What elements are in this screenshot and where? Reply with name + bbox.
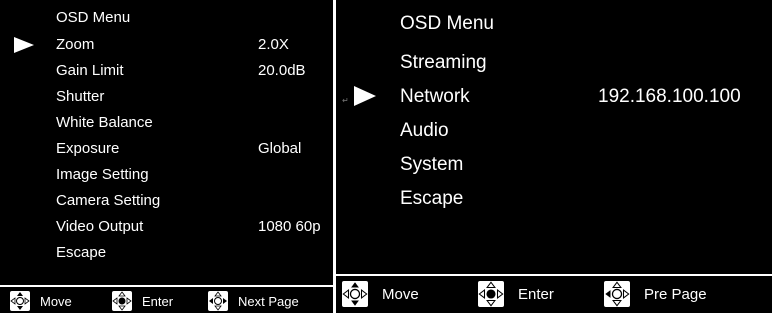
dpad-center-icon: [112, 291, 132, 311]
footer-hints: Move Enter Pre Page: [336, 279, 772, 313]
menu-item-streaming[interactable]: Streaming: [336, 48, 772, 82]
footer-hint-move: Move: [10, 291, 72, 311]
menu-item-label: System: [400, 154, 464, 175]
left-osd-panel: OSD Menu Zoom 2.0X Gain Limit 20.0dB Shu…: [0, 0, 333, 313]
menu-item-label: Image Setting: [56, 166, 149, 183]
footer-hint-move: Move: [342, 281, 419, 307]
footer-hint-enter: Enter: [478, 281, 554, 307]
footer-hint-enter: Enter: [112, 291, 173, 311]
footer-hint-label: Move: [382, 285, 419, 303]
footer-hints: Move Enter Next Page: [0, 287, 333, 313]
menu-item-value: 20.0dB: [258, 62, 306, 79]
menu-item-label: Escape: [56, 244, 107, 261]
menu-item-image-setting[interactable]: Image Setting: [0, 163, 333, 189]
osd-menu-title: OSD Menu: [56, 9, 131, 26]
footer-hint-label: Move: [40, 293, 72, 309]
menu-item-video-output[interactable]: Video Output 1080 60p: [0, 215, 333, 241]
menu-item-label: Shutter: [56, 88, 105, 105]
menu-item-audio[interactable]: Audio: [336, 116, 772, 150]
menu-item-label: Video Output: [56, 218, 144, 235]
menu-item-white-balance[interactable]: White Balance: [0, 111, 333, 137]
menu-item-label: Exposure: [56, 140, 120, 157]
menu-item-value: 2.0X: [258, 36, 289, 53]
footer-hint-label: Next Page: [238, 293, 299, 309]
footer-hint-label: Enter: [142, 293, 174, 309]
menu-item-label: Audio: [400, 120, 449, 141]
menu-item-label: Network: [400, 86, 470, 107]
footer-hint-next-page: Next Page: [208, 291, 299, 311]
dpad-updown-icon: [342, 281, 368, 307]
footer-hint-label: Enter: [518, 285, 554, 303]
dpad-updown-icon: [10, 291, 30, 311]
footer-hint-label: Pre Page: [644, 285, 707, 303]
footer-hint-pre-page: Pre Page: [604, 281, 707, 307]
menu-item-gain-limit[interactable]: Gain Limit 20.0dB: [0, 59, 333, 85]
menu-item-value: 192.168.100.100: [598, 86, 741, 107]
dpad-leftright-icon: [208, 291, 228, 311]
dpad-leftright-icon: [604, 281, 630, 307]
menu-item-label: White Balance: [56, 114, 153, 131]
right-osd-panel: OSD Menu Streaming ↵ Network 192.168.100…: [336, 0, 772, 313]
menu-item-zoom[interactable]: Zoom 2.0X: [0, 33, 333, 59]
menu-item-label: Zoom: [56, 36, 95, 53]
footer-divider: [336, 274, 772, 276]
menu-item-label: Escape: [400, 188, 464, 209]
menu-item-label: Camera Setting: [56, 192, 161, 209]
menu-item-value: Global: [258, 140, 302, 157]
dpad-center-icon: [478, 281, 504, 307]
menu-item-system[interactable]: System: [336, 150, 772, 184]
menu-item-escape[interactable]: Escape: [0, 241, 333, 267]
osd-menu-title: OSD Menu: [400, 13, 494, 34]
menu-item-camera-setting[interactable]: Camera Setting: [0, 189, 333, 215]
menu-item-network[interactable]: Network 192.168.100.100: [336, 82, 772, 116]
menu-item-escape[interactable]: Escape: [336, 184, 772, 218]
menu-item-value: 1080 60p: [258, 218, 321, 235]
menu-item-shutter[interactable]: Shutter: [0, 85, 333, 111]
menu-item-label: Streaming: [400, 52, 487, 73]
menu-item-exposure[interactable]: Exposure Global: [0, 137, 333, 163]
menu-item-label: Gain Limit: [56, 62, 124, 79]
